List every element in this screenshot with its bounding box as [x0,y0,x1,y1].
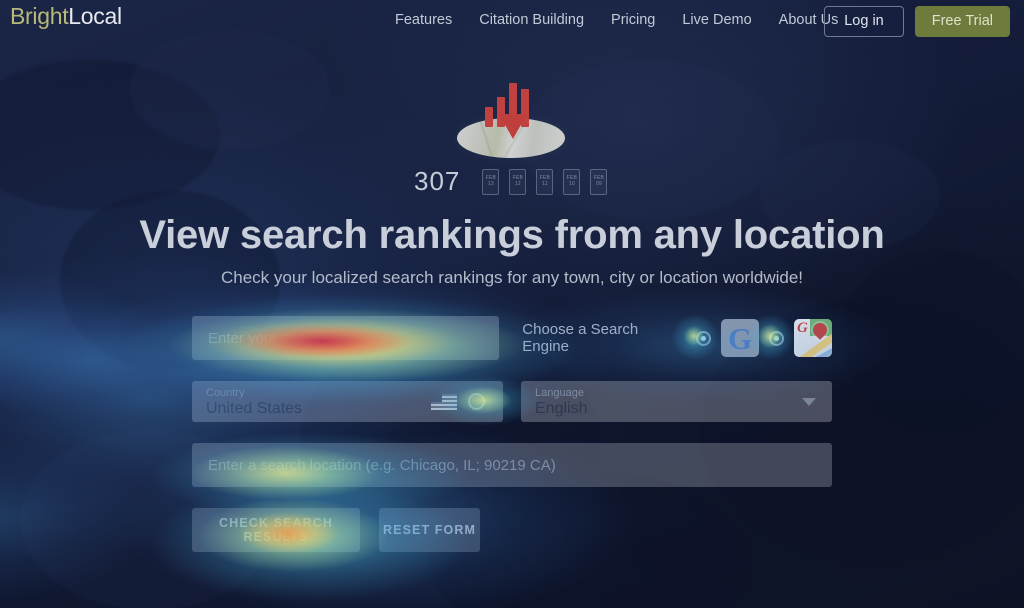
form-row-country-language: Country United States Language English [192,381,832,422]
check-search-results-button[interactable]: CHECK SEARCH RESULTS [192,508,360,552]
counter-number: 307 [414,166,461,196]
nav-buttons: Log in Free Trial [824,6,1010,37]
nav-link-citation-building[interactable]: Citation Building [479,12,584,28]
page-root: BrightLocal Features Citation Building P… [0,0,1024,608]
date-card: FEB 09 [590,168,608,195]
search-location-placeholder: Enter a search location (e.g. Chicago, I… [208,456,556,474]
rank-tracker-logo-icon [455,76,570,158]
nav-links: Features Citation Building Pricing Live … [395,12,838,28]
page-subtitle: Check your localized search rankings for… [220,268,804,287]
radio-google-maps[interactable] [769,330,784,346]
form-row-location: Enter a search location (e.g. Chicago, I… [192,443,832,487]
brandlogo[interactable]: BrightLocal [10,3,122,30]
google-maps-icon[interactable]: G [794,319,832,357]
date-card-day: 12 [514,180,521,187]
country-indicator-icon [468,393,485,410]
date-card: FEB 13 [482,168,500,195]
logo-text-bright: Bright [10,3,69,29]
date-card-day: 11 [542,180,548,187]
country-select[interactable]: Country United States [192,381,503,422]
date-card-day: 10 [568,180,575,187]
form-row-search-term: Enter your search term... Choose a Searc… [192,316,832,360]
language-value: English [535,400,588,418]
search-term-placeholder: Enter your search term... [208,329,374,347]
nav-link-pricing[interactable]: Pricing [611,12,655,28]
free-trial-button[interactable]: Free Trial [914,6,1010,37]
logo-text-local: Local [68,3,122,29]
us-flag-icon [431,394,457,410]
search-form: Enter your search term... Choose a Searc… [192,316,832,552]
date-card: FEB 12 [509,168,527,195]
language-label: Language [535,387,584,399]
date-card: FEB 11 [536,168,554,195]
language-select[interactable]: Language English [521,381,832,422]
search-location-input[interactable]: Enter a search location (e.g. Chicago, I… [192,443,832,487]
date-card-day: 13 [487,180,494,187]
date-card-day: 09 [595,180,602,187]
google-icon[interactable]: G [721,319,759,357]
search-term-input[interactable]: Enter your search term... [192,316,500,360]
nav-link-features[interactable]: Features [395,12,452,28]
top-navigation-bar: BrightLocal Features Citation Building P… [0,0,1024,44]
date-card: FEB 10 [563,168,581,195]
counter-date-cards: FEB 13 FEB 12 FEB 11 FEB 10 FEB 09 [482,168,608,195]
nav-link-live-demo[interactable]: Live Demo [682,12,751,28]
chevron-down-icon [802,398,816,406]
search-engine-label: Choose a Search Engine [522,321,639,355]
radio-google[interactable] [696,330,711,346]
map-pin-icon [499,114,527,139]
log-in-button[interactable]: Log in [824,6,904,37]
search-counter: 307 FEB 13 FEB 12 FEB 11 FEB 10 FEB 09 [414,166,608,197]
page-title: View search rankings from any location [139,213,885,257]
form-row-actions: CHECK SEARCH RESULTS RESET FORM [192,508,832,552]
search-engine-selector: Choose a Search Engine G G [522,316,832,360]
reset-form-button[interactable]: RESET FORM [379,508,480,552]
